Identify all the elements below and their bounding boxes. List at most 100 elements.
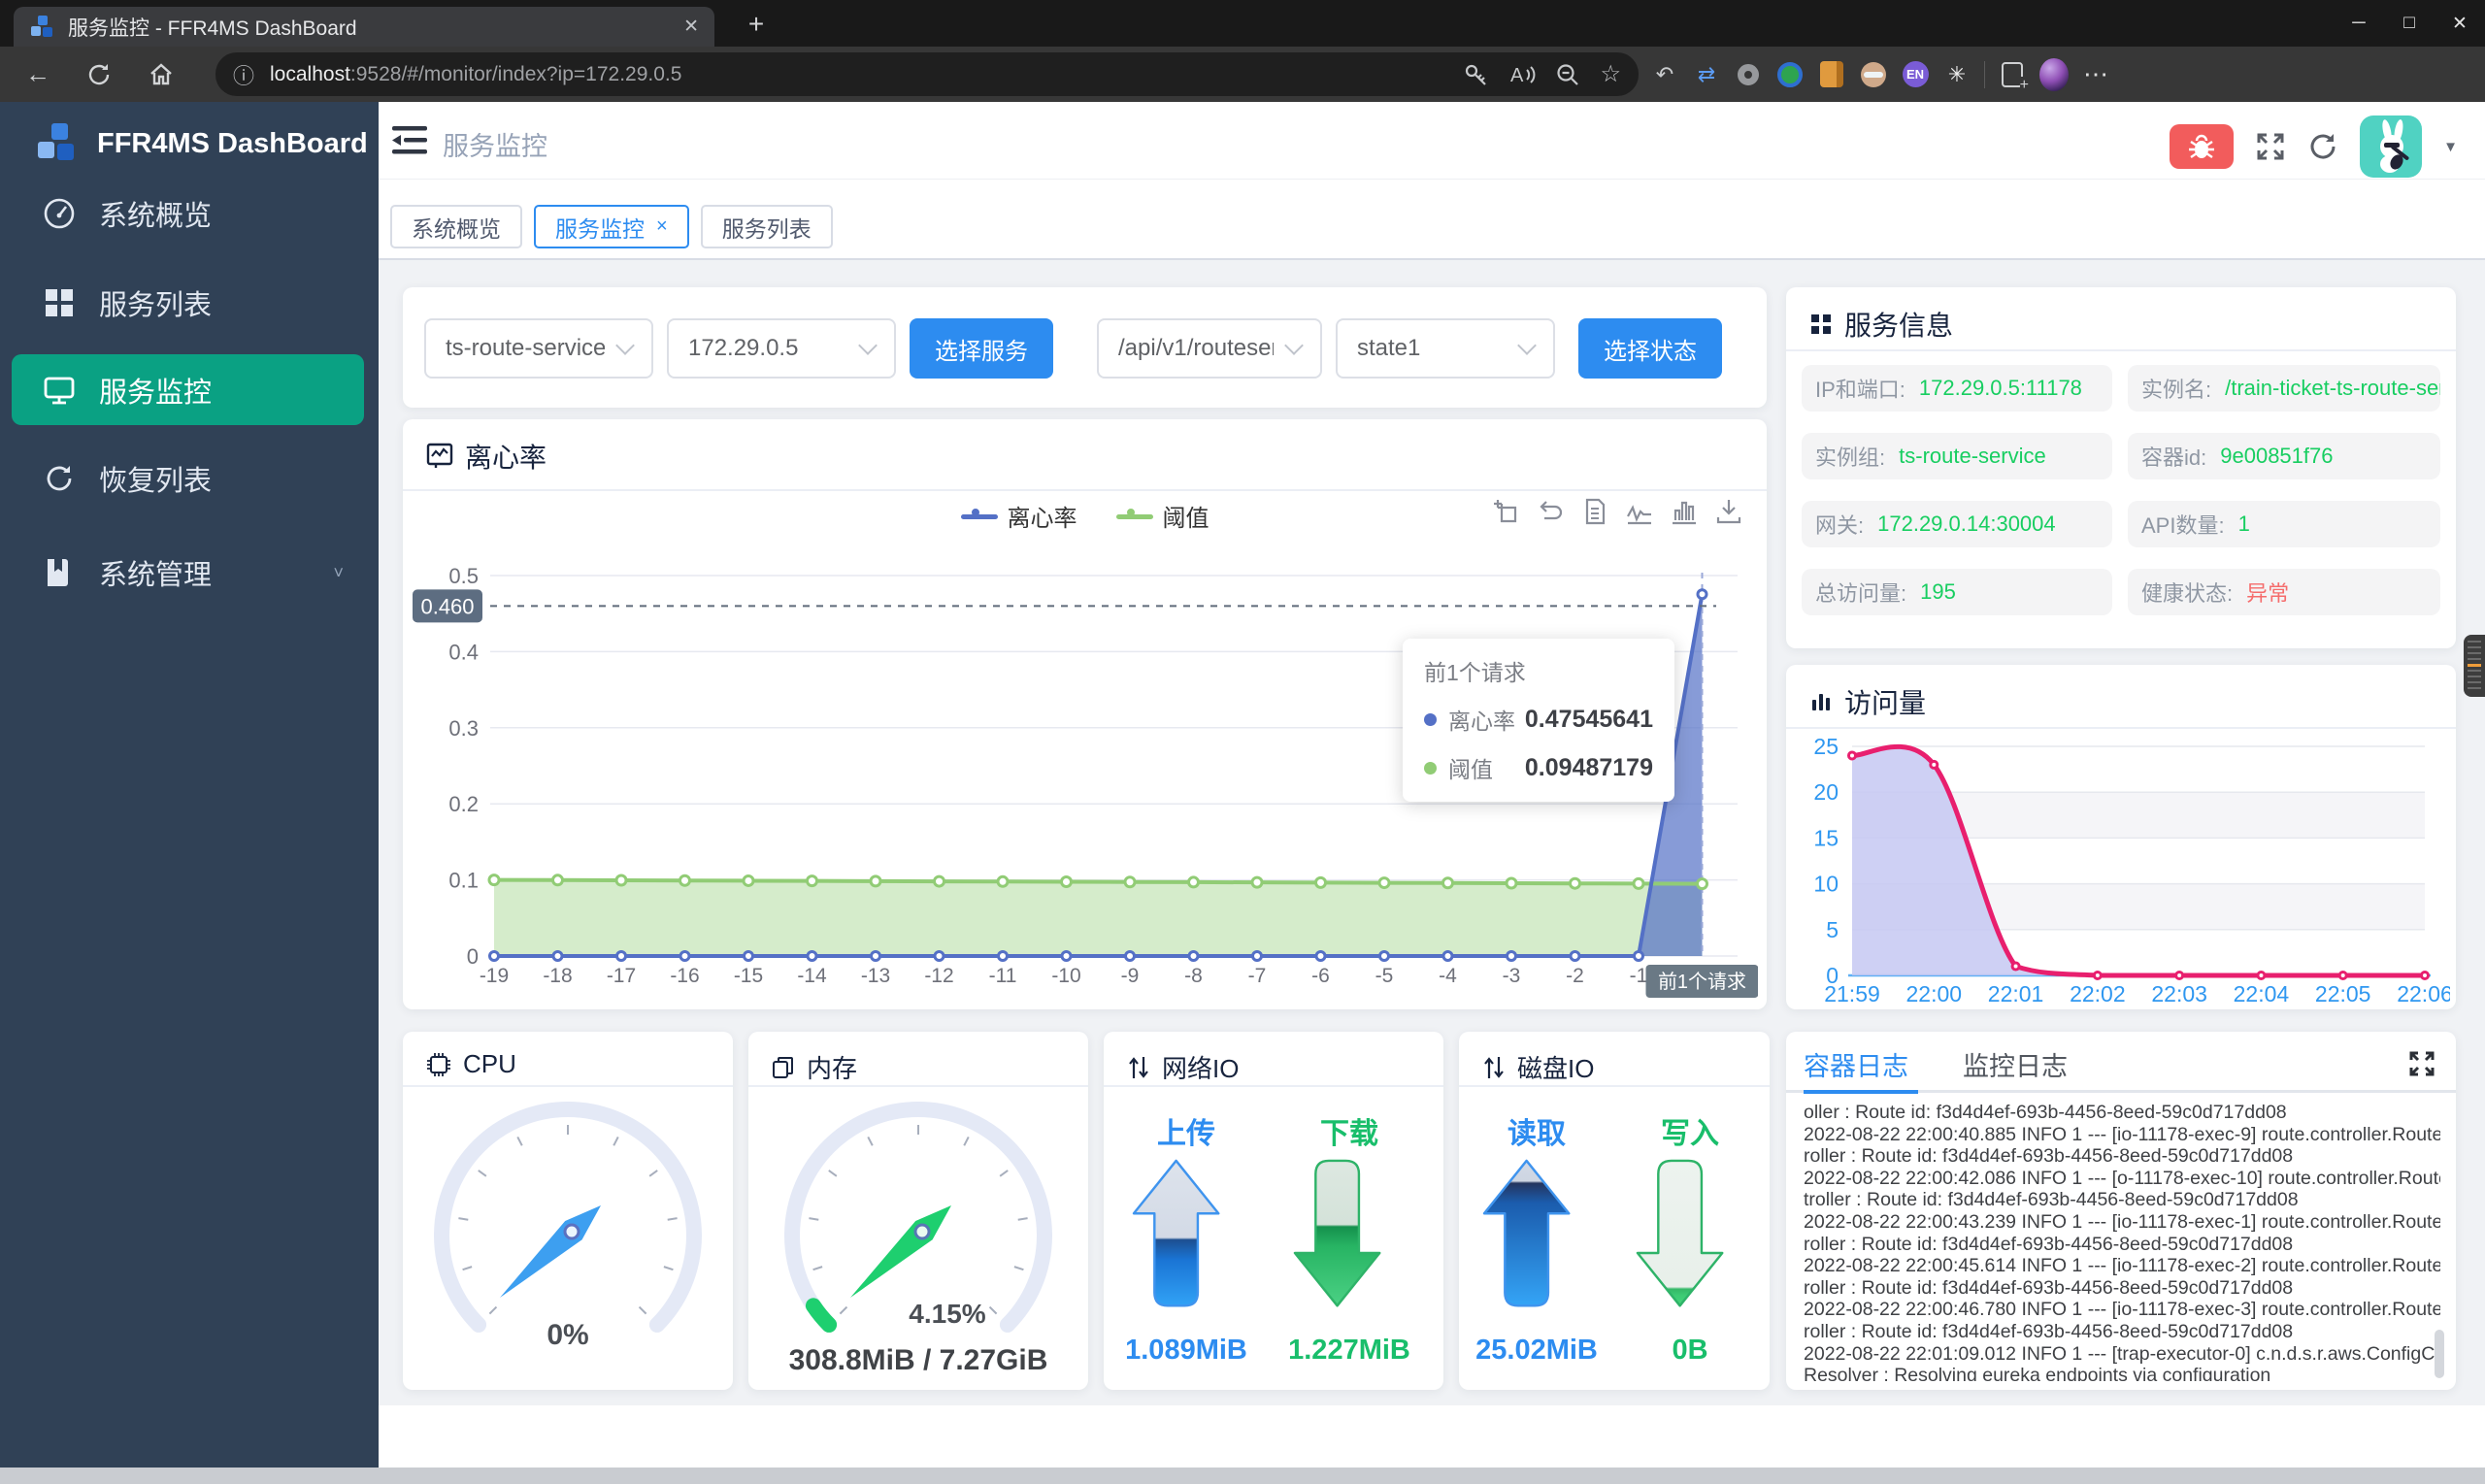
hamburger-fold-icon[interactable] <box>392 124 427 157</box>
sidebar-item-system-admin[interactable]: 系统管理 ˅ <box>0 544 379 602</box>
tag-系统概览[interactable]: 系统概览 <box>390 205 522 248</box>
bug-report-button[interactable] <box>2170 124 2235 169</box>
fullscreen-icon[interactable] <box>2255 131 2286 162</box>
window-maximize-button[interactable]: □ <box>2384 0 2435 47</box>
sidebar-item-service-list[interactable]: 服务列表 <box>0 274 379 332</box>
avatar-extension-icon[interactable] <box>1859 60 1888 89</box>
log-line: roller : Route id: f3d4d4ef-693b-4456-8e… <box>1804 1320 2294 1342</box>
horizontal-scrollbar[interactable] <box>0 1468 2485 1484</box>
tag-服务列表[interactable]: 服务列表 <box>700 205 833 248</box>
svg-text:22:04: 22:04 <box>2234 981 2290 1006</box>
read-aloud-icon[interactable]: A <box>1508 62 1536 87</box>
tab-swap-extension-icon[interactable]: ⇄ <box>1692 60 1721 89</box>
address-bar[interactable]: ⓘ localhost:9528/#/monitor/index?ip=172.… <box>215 52 1639 96</box>
page-side-widget[interactable] <box>2464 635 2485 697</box>
svg-text:-1: -1 <box>1630 965 1648 987</box>
content-footer-space <box>379 1405 2485 1468</box>
svg-text:-3: -3 <box>1503 965 1521 987</box>
collections-icon[interactable] <box>1998 60 2029 94</box>
user-avatar[interactable] <box>2360 115 2423 178</box>
gauge-icon <box>44 198 75 229</box>
idm-extension-icon[interactable] <box>1775 60 1805 89</box>
avatar-caret-icon[interactable]: ▼ <box>2443 139 2458 155</box>
tab-container-log[interactable]: 容器日志 <box>1804 1045 1908 1083</box>
bar-chart-toggle-icon[interactable] <box>1670 497 1699 526</box>
extensions-puzzle-icon[interactable]: ✳ <box>1942 60 1971 89</box>
visits-chart[interactable]: 051015202521:59 22:00 22:01 22:02 22:03 22:04… <box>1792 733 2450 1006</box>
svg-text:0.5: 0.5 <box>448 564 479 588</box>
sidebar-item-overview[interactable]: 系统概览 <box>0 184 379 243</box>
reload-icon[interactable] <box>85 61 113 88</box>
favorites-star-icon[interactable]: ☆ <box>1600 60 1621 88</box>
data-view-icon[interactable] <box>1580 497 1609 526</box>
log-line: roller : Route id: f3d4d4ef-693b-4456-8e… <box>1804 1145 2294 1168</box>
tab-monitor-log[interactable]: 监控日志 <box>1963 1045 2068 1083</box>
sidebar-item-recovery-list[interactable]: 恢复列表 <box>0 449 379 508</box>
close-tag-icon[interactable]: × <box>656 215 668 238</box>
restore-icon[interactable] <box>1536 497 1565 526</box>
log-line: 2022-08-22 22:00:46.780 INFO 1 --- [io-1… <box>1804 1299 2440 1321</box>
tag-服务监控[interactable]: 服务监控 × <box>534 205 689 248</box>
sidebar-item-service-monitor[interactable]: 服务监控 <box>12 354 364 425</box>
browser-tab[interactable]: 服务监控 - FFR4MS DashBoard ✕ <box>14 7 714 47</box>
card-title: 离心率 <box>465 443 547 473</box>
memory-card: 内存 4.15% 308.8MiB / 7.27GiB <box>748 1032 1088 1390</box>
ring-extension-icon[interactable] <box>1734 60 1763 89</box>
back-icon[interactable]: ← <box>25 59 50 89</box>
site-info-icon[interactable]: ⓘ <box>233 59 254 90</box>
app-logo[interactable]: FFR4MS DashBoard <box>0 114 379 174</box>
tags-container: 系统概览 服务监控 × 服务列表 <box>390 205 833 248</box>
home-icon[interactable] <box>148 61 175 88</box>
more-menu-icon[interactable]: ⋯ <box>2081 59 2110 89</box>
log-line: roller : Route id: f3d4d4ef-693b-4456-8e… <box>1804 1233 2294 1255</box>
profile-avatar[interactable] <box>2039 57 2069 91</box>
cpu-chip-icon <box>427 1052 450 1076</box>
expand-icon[interactable] <box>2407 1049 2436 1078</box>
card-title: 网络IO <box>1162 1054 1240 1083</box>
screen: 服务监控 - FFR4MS DashBoard ✕ + ─ □ ✕ ← ⓘ ⓘ … <box>0 0 2485 1484</box>
download-arrow-icon <box>1293 1159 1381 1307</box>
state-select[interactable]: state1 <box>1336 318 1555 379</box>
field-value: ts-route-service <box>1899 444 2046 468</box>
choose-state-button[interactable]: 选择状态 <box>1578 318 1722 379</box>
save-image-icon[interactable] <box>1714 497 1743 526</box>
new-tab-button[interactable]: + <box>736 6 777 43</box>
svg-text:0.2: 0.2 <box>448 792 479 816</box>
log-scrollbar-thumb[interactable] <box>2435 1330 2444 1378</box>
sidebar-item-label: 恢复列表 <box>99 466 213 497</box>
zoom-out-icon[interactable] <box>1555 62 1580 87</box>
svg-text:20: 20 <box>1813 779 1839 805</box>
log-line: 2022-08-22 22:00:42.086 INFO 1 --- [o-11… <box>1804 1167 2440 1189</box>
orange-doc-extension-icon[interactable] <box>1817 60 1846 89</box>
chart-flag-icon <box>426 443 453 468</box>
refresh-page-icon[interactable] <box>2307 131 2338 162</box>
logo-cubes-icon <box>38 123 74 160</box>
password-key-icon[interactable] <box>1464 62 1489 87</box>
field-value: 9e00851f76 <box>2220 444 2334 468</box>
ip-select[interactable]: 172.29.0.5 <box>667 318 896 379</box>
svg-text:10: 10 <box>1813 872 1839 897</box>
service-select[interactable]: ts-route-service <box>424 318 653 379</box>
tags-view-bar: 系统概览 服务监控 × 服务列表 <box>379 180 2485 260</box>
read-label: 读取 <box>1508 1118 1566 1150</box>
svg-text:22:02: 22:02 <box>2070 981 2126 1006</box>
choose-service-button[interactable]: 选择服务 <box>910 318 1053 379</box>
active-tab-underline <box>1804 1090 1918 1094</box>
window-minimize-button[interactable]: ─ <box>2334 0 2384 47</box>
url-text[interactable]: localhost:9528/#/monitor/index?ip=172.29… <box>270 63 1464 86</box>
svg-text:A: A <box>1510 65 1524 86</box>
data-zoom-icon[interactable] <box>1491 497 1520 526</box>
rabbit-avatar-icon <box>2380 119 2409 173</box>
log-output[interactable]: oller : Route id: f3d4d4ef-693b-4456-8ee… <box>1804 1102 2440 1381</box>
translate-en-icon[interactable]: EN <box>1901 60 1930 89</box>
window-close-button[interactable]: ✕ <box>2435 0 2485 47</box>
svg-text:-9: -9 <box>1121 965 1140 987</box>
tab-close-icon[interactable]: ✕ <box>683 16 699 38</box>
svg-text:-2: -2 <box>1566 965 1584 987</box>
line-chart-toggle-icon[interactable] <box>1625 497 1654 526</box>
history-undo-icon[interactable]: ↶ <box>1650 60 1679 89</box>
legend-item-eccentricity[interactable]: 离心率 <box>960 499 1077 533</box>
series-dot <box>1424 712 1437 726</box>
legend-item-threshold[interactable]: 阈值 <box>1115 499 1209 533</box>
api-select[interactable]: /api/v1/routeservic <box>1097 318 1322 379</box>
